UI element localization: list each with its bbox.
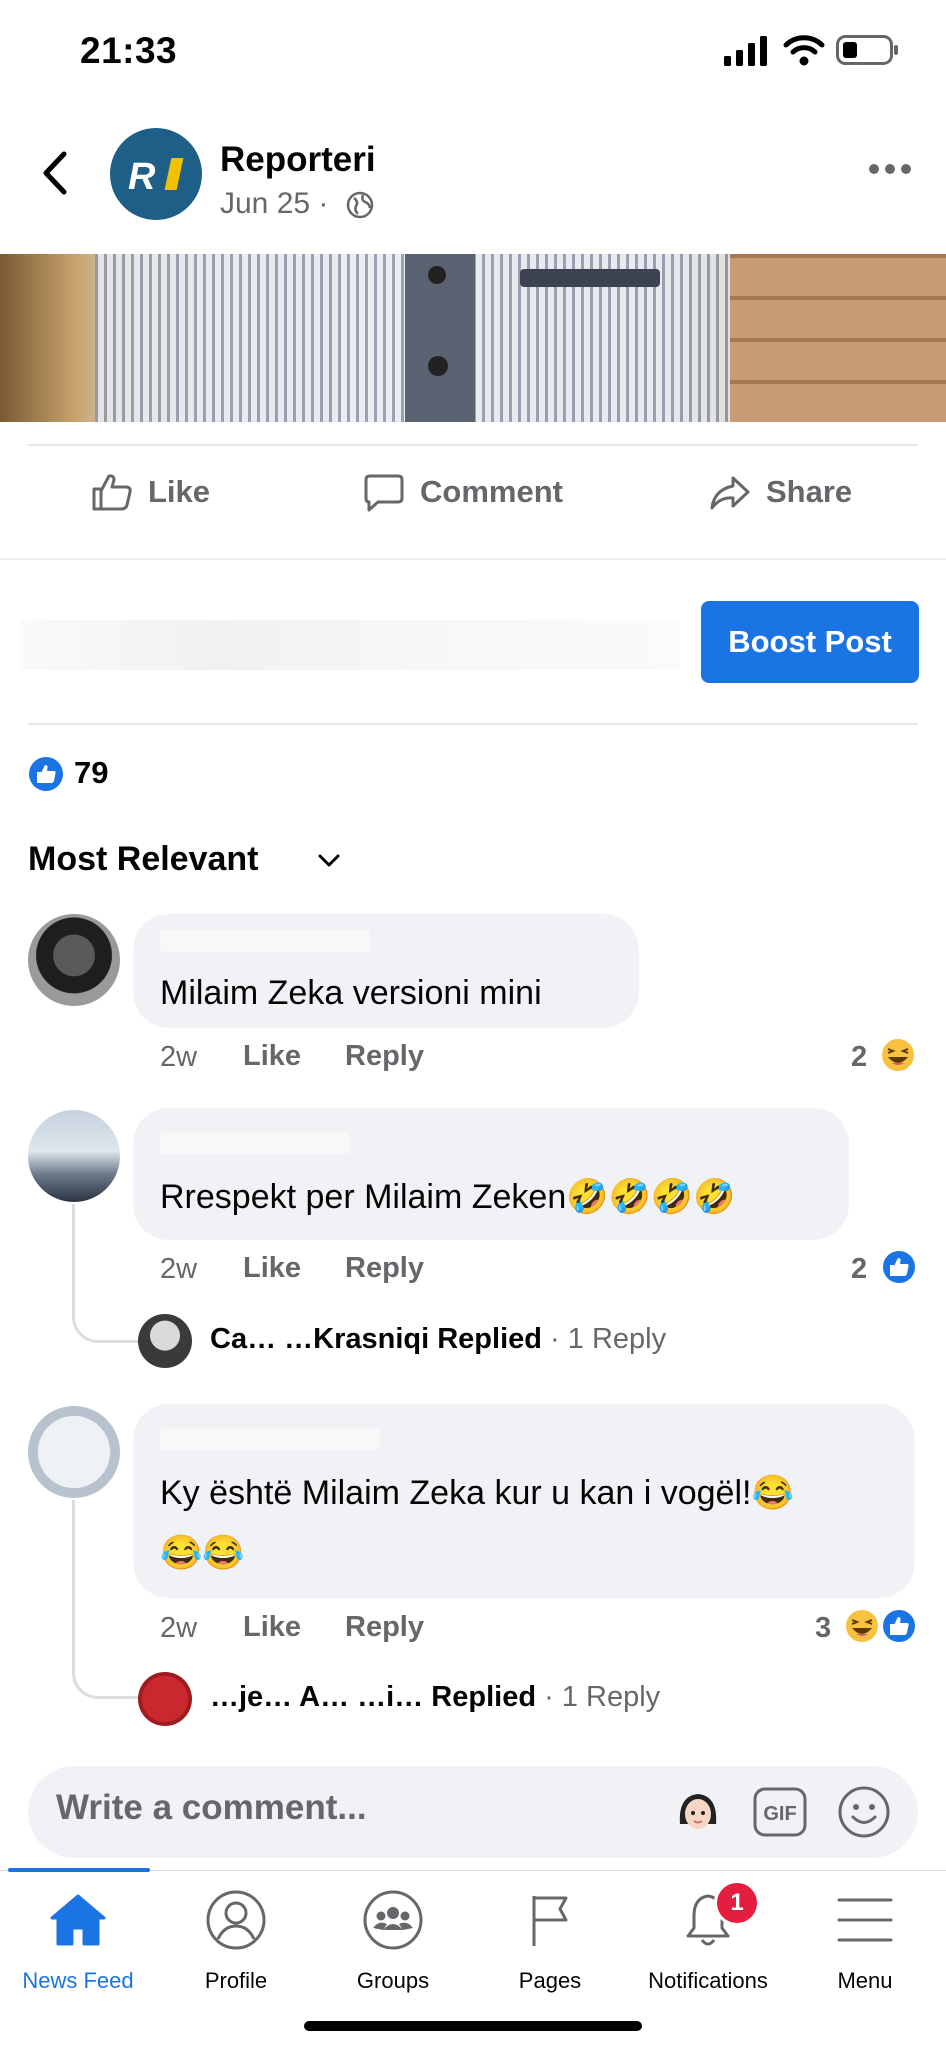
- comment-text: Milaim Zeka versioni mini: [160, 974, 542, 1012]
- back-chevron-icon[interactable]: [36, 148, 76, 198]
- comment-like-link[interactable]: Like: [243, 1040, 301, 1073]
- chevron-down-icon[interactable]: [316, 850, 342, 870]
- globe-icon: [346, 191, 374, 219]
- status-time: 21:33: [80, 30, 178, 71]
- comment-like-link[interactable]: Like: [243, 1611, 301, 1644]
- replier-name[interactable]: …je… A… …i…: [210, 1681, 423, 1713]
- more-options-icon[interactable]: [868, 162, 912, 176]
- hamburger-menu-icon: [837, 1898, 893, 1942]
- share-arrow-icon: [710, 476, 750, 510]
- share-button-label: Share: [766, 474, 853, 509]
- tab-label: Menu: [837, 1968, 893, 1993]
- redacted-insights-text: [20, 620, 680, 670]
- notification-badge: 1: [714, 1880, 760, 1926]
- comment-reply-link[interactable]: Reply: [345, 1611, 424, 1644]
- section-divider: [0, 558, 946, 560]
- comment-sort-label[interactable]: Most Relevant: [28, 840, 259, 879]
- share-button[interactable]: Share: [708, 467, 852, 517]
- page-avatar[interactable]: R: [110, 128, 202, 220]
- home-icon: [50, 1894, 106, 1946]
- comment-reply-link[interactable]: Reply: [345, 1040, 424, 1073]
- comment-reaction-count[interactable]: 2: [851, 1041, 867, 1074]
- commenter-avatar[interactable]: [28, 1110, 120, 1202]
- like-button-label: Like: [148, 474, 211, 509]
- redacted-commenter-name[interactable]: [160, 1132, 350, 1154]
- comment-bubble-icon: [364, 474, 404, 512]
- svg-text:GIF: GIF: [763, 1803, 796, 1825]
- avatar-sticker-icon[interactable]: [670, 1784, 726, 1840]
- replier-avatar[interactable]: [138, 1672, 192, 1726]
- emoji-smiley-icon[interactable]: [836, 1784, 892, 1840]
- comment-like-link[interactable]: Like: [243, 1252, 301, 1285]
- like-reaction-icon[interactable]: [880, 1248, 918, 1286]
- post-date: Jun 25 ·: [220, 187, 329, 220]
- replier-avatar[interactable]: [138, 1314, 192, 1368]
- groups-icon: [363, 1890, 423, 1950]
- like-reaction-icon[interactable]: [28, 756, 64, 792]
- active-tab-indicator: [8, 1868, 150, 1872]
- commenter-avatar[interactable]: [28, 1406, 120, 1498]
- redacted-commenter-name[interactable]: [160, 1428, 380, 1450]
- reply-count[interactable]: · 1 Reply: [544, 1681, 660, 1713]
- divider: [28, 723, 918, 725]
- tab-menu[interactable]: Menu: [795, 1888, 935, 1994]
- page-logo-accent: [164, 158, 184, 190]
- tab-label: News Feed: [22, 1968, 134, 1993]
- comment-text-line-1: Ky është Milaim Zeka kur u kan i vogël!😂: [160, 1474, 794, 1512]
- reply-count[interactable]: · 1 Reply: [550, 1323, 666, 1355]
- replied-summary[interactable]: …je… A… …i… Replied · 1 Reply: [210, 1681, 660, 1714]
- profile-icon: [206, 1890, 266, 1950]
- page-name[interactable]: Reporteri: [220, 140, 376, 180]
- comment-button[interactable]: Comment: [362, 467, 563, 517]
- replied-label: Replied: [431, 1681, 537, 1713]
- reaction-count[interactable]: 79: [74, 755, 108, 791]
- thumbs-up-icon: [92, 474, 132, 511]
- comment-time: 2w: [160, 1253, 198, 1285]
- post-photo[interactable]: [0, 254, 946, 422]
- tab-label: Pages: [518, 1968, 582, 1993]
- battery-icon: [836, 35, 898, 65]
- home-indicator[interactable]: [304, 2021, 642, 2031]
- like-reaction-icon[interactable]: [880, 1607, 918, 1645]
- tab-groups[interactable]: Groups: [323, 1888, 463, 1994]
- comment-time: 2w: [160, 1612, 198, 1644]
- haha-reaction-icon[interactable]: [879, 1036, 917, 1074]
- tab-profile[interactable]: Profile: [166, 1888, 306, 1994]
- flag-icon: [532, 1896, 568, 1946]
- comment-reaction-count[interactable]: 2: [851, 1253, 867, 1286]
- page-logo-letter: R: [128, 156, 155, 198]
- boost-post-button[interactable]: Boost Post: [701, 601, 919, 683]
- tab-label: Profile: [204, 1968, 268, 1993]
- replied-summary[interactable]: Ca… …Krasniqi Replied · 1 Reply: [210, 1323, 666, 1356]
- tab-news-feed[interactable]: News Feed: [8, 1888, 148, 1994]
- thread-connector: [72, 1204, 141, 1343]
- comment-reply-link[interactable]: Reply: [345, 1252, 424, 1285]
- comment-time: 2w: [160, 1041, 198, 1073]
- replier-name[interactable]: Ca… …Krasniqi: [210, 1323, 429, 1355]
- comment-input[interactable]: Write a comment...: [56, 1788, 367, 1828]
- comment-button-label: Comment: [420, 474, 563, 509]
- like-button[interactable]: Like: [90, 467, 210, 517]
- haha-reaction-icon[interactable]: [843, 1607, 881, 1645]
- redacted-commenter-name[interactable]: [160, 930, 370, 952]
- tab-label: Notifications: [648, 1968, 768, 1993]
- wifi-icon: [783, 35, 825, 66]
- replied-label: Replied: [437, 1323, 542, 1355]
- comment-text: Rrespekt per Milaim Zeken🤣🤣🤣🤣: [160, 1178, 736, 1216]
- comment-reaction-count[interactable]: 3: [815, 1612, 831, 1645]
- thread-connector: [72, 1500, 141, 1699]
- commenter-avatar[interactable]: [28, 914, 120, 1006]
- cellular-signal-icon: [724, 36, 767, 66]
- gif-icon[interactable]: GIF: [752, 1786, 808, 1838]
- tab-pages[interactable]: Pages: [480, 1888, 620, 1994]
- comment-text-line-2: 😂😂: [160, 1534, 245, 1572]
- divider: [28, 444, 918, 446]
- tab-label: Groups: [356, 1968, 430, 1993]
